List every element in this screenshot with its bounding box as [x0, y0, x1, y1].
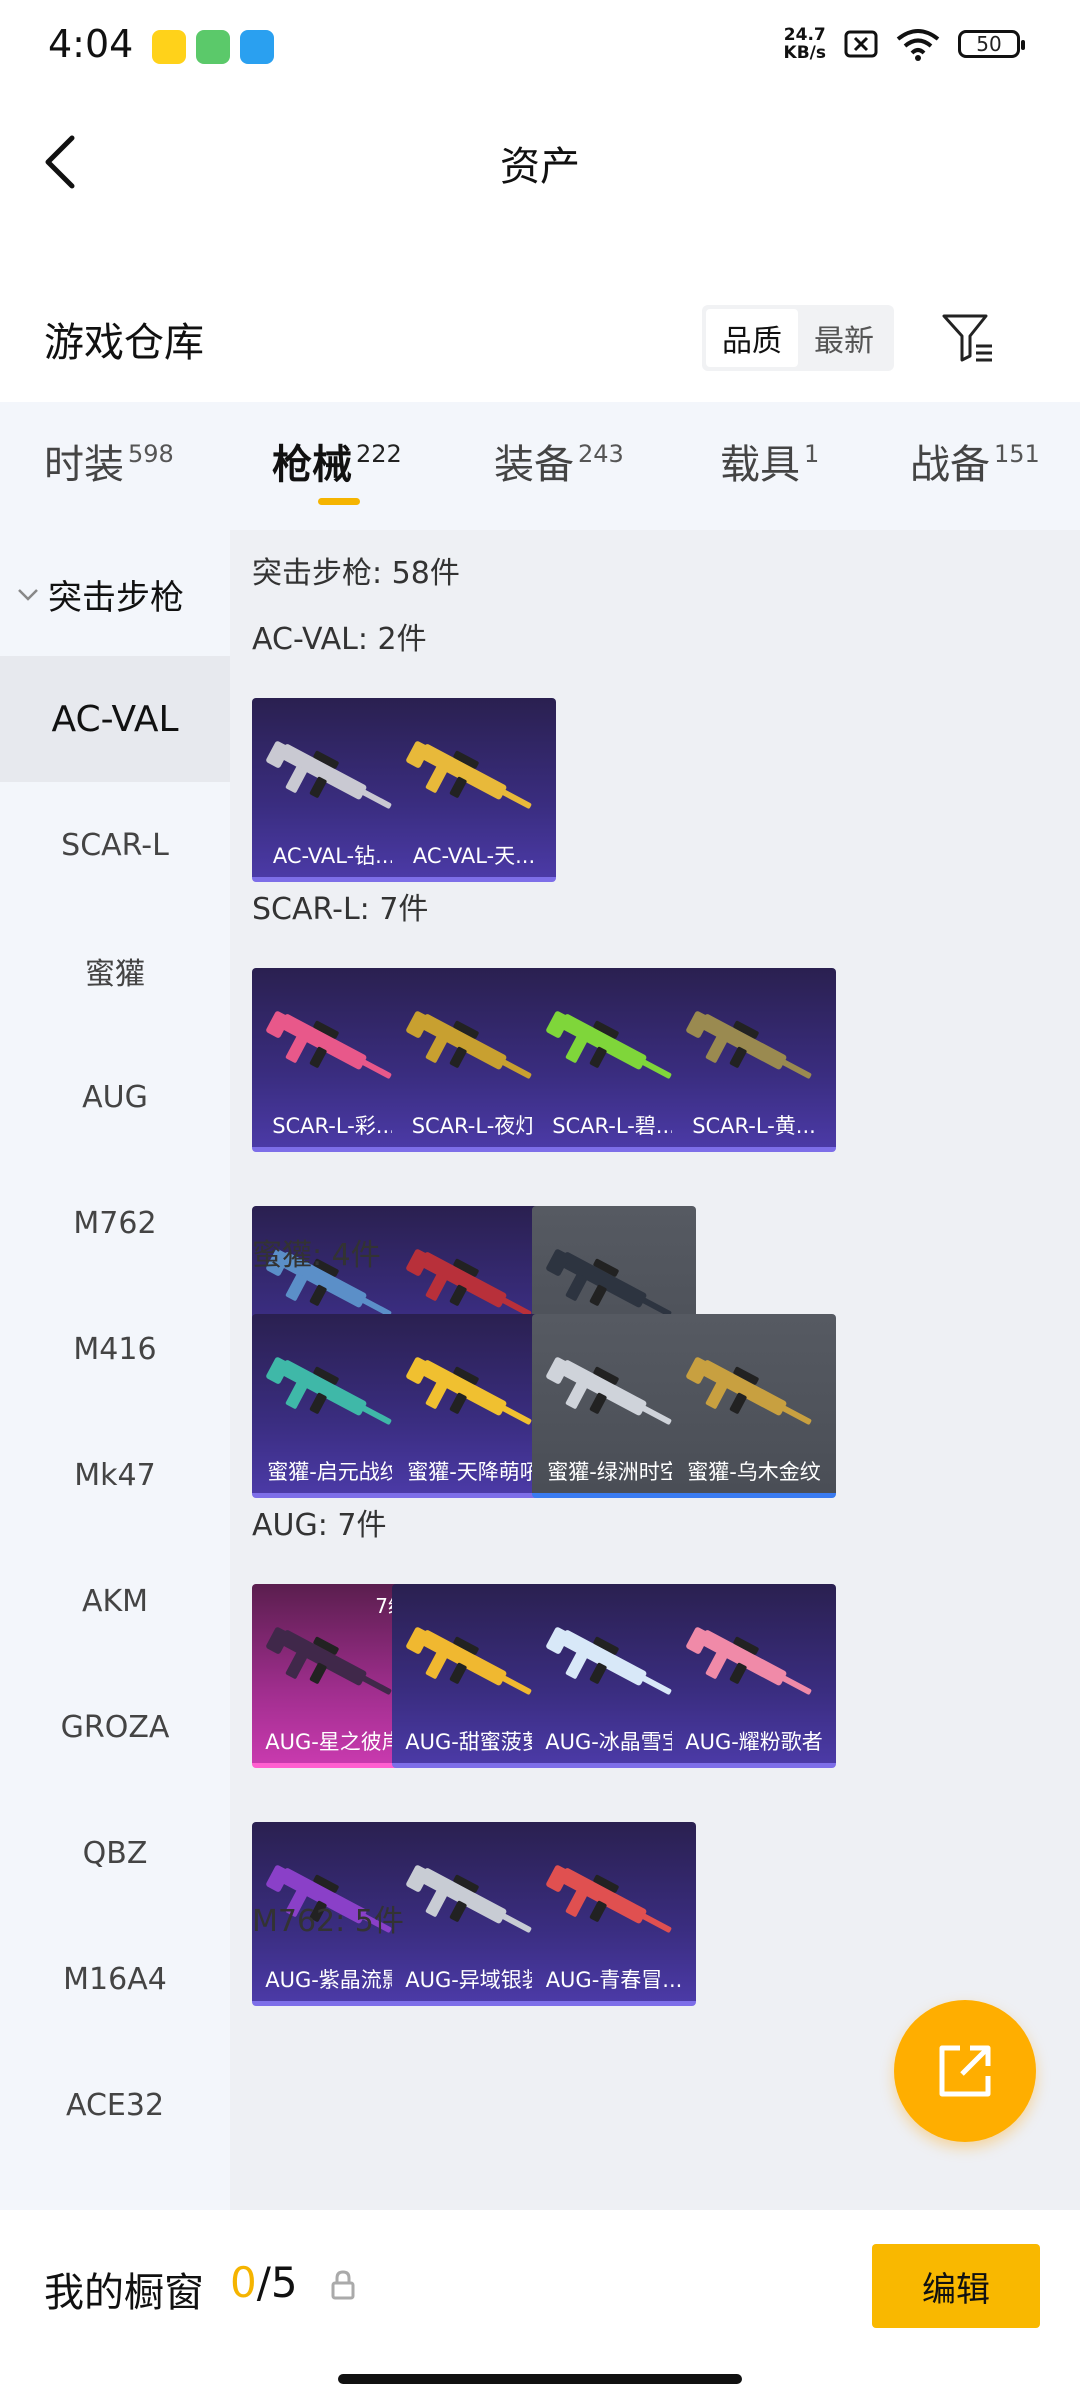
app-notification-icon-2: [196, 30, 230, 64]
category-tabs: 时装 598 枪械 222 装备 243 载具 1 战备 151: [0, 402, 1080, 530]
gun-skin-icon: [686, 1357, 812, 1425]
filter-icon[interactable]: [940, 310, 996, 366]
gun-skin-icon: [546, 1357, 672, 1425]
sidebar-category-assault-rifle[interactable]: 突击步枪: [16, 570, 184, 619]
weapon-group-title: AUG: 7件: [252, 1508, 387, 1543]
section-title: 游戏仓库: [44, 320, 204, 366]
category-header: 突击步枪: 58件: [252, 556, 460, 591]
page-title: 资产: [500, 144, 580, 190]
sidebar-item[interactable]: Mk47: [0, 1412, 230, 1538]
showcase-label: 我的橱窗: [44, 2270, 204, 2316]
sidebar-item[interactable]: 蜜獾: [0, 908, 230, 1034]
sort-quality-button[interactable]: 品质: [706, 309, 798, 367]
gun-skin-icon: [406, 741, 532, 809]
weapon-group-title: M762: 5件: [252, 1904, 404, 1939]
battery-icon: 50: [958, 30, 1025, 58]
gun-skin-icon: [406, 1627, 532, 1695]
weapon-skin-name: SCAR-L-黄...: [692, 1114, 816, 1138]
gun-skin-icon: [406, 1357, 532, 1425]
weapon-skin-name: AUG-耀粉歌者: [685, 1730, 823, 1754]
sidebar-item[interactable]: M762: [0, 1160, 230, 1286]
weapon-skin-card[interactable]: AUG-青春冒...: [532, 1822, 696, 2006]
gun-skin-icon: [266, 1011, 392, 1079]
sort-toggle: 品质 最新: [702, 305, 894, 371]
weapon-skin-card[interactable]: 蜜獾-乌木金纹: [672, 1314, 836, 1498]
tab-guns[interactable]: 枪械 222: [272, 432, 402, 490]
weapon-group-title: 蜜獾: 4件: [252, 1238, 381, 1273]
weapon-group-title: AC-VAL: 2件: [252, 622, 427, 657]
active-tab-indicator: [318, 498, 360, 505]
sim-blocked-icon: [844, 30, 878, 58]
sidebar-item[interactable]: M16A4: [0, 1916, 230, 2042]
chevron-down-icon: [18, 588, 38, 601]
share-button[interactable]: [894, 2000, 1036, 2142]
weapon-grid: 突击步枪: 58件 AC-VAL: 2件 AC-VAL-钻... AC-VAL-天.…: [230, 530, 1080, 2210]
app-header: 资产: [0, 100, 1080, 220]
gun-skin-icon: [266, 1357, 392, 1425]
gun-skin-icon: [406, 1865, 532, 1933]
sidebar-item[interactable]: SCAR-L: [0, 782, 230, 908]
gun-skin-icon: [266, 1627, 392, 1695]
status-time: 4:04: [48, 22, 134, 66]
weapon-skin-card[interactable]: SCAR-L-黄...: [672, 968, 836, 1152]
tab-vehicles[interactable]: 载具 1: [720, 432, 819, 490]
sidebar-item[interactable]: ACE32: [0, 2042, 230, 2168]
share-external-icon: [939, 2045, 991, 2097]
lock-icon: [331, 2270, 355, 2300]
sort-newest-button[interactable]: 最新: [798, 309, 890, 367]
gun-skin-icon: [686, 1011, 812, 1079]
wifi-icon: [896, 29, 940, 61]
showcase-footer: 我的橱窗 0/5 编辑: [0, 2210, 1080, 2400]
weapon-skin-name: 蜜獾-乌木金纹: [687, 1460, 821, 1484]
gun-skin-icon: [686, 1627, 812, 1695]
weapon-skin-card[interactable]: AUG-耀粉歌者: [672, 1584, 836, 1768]
tab-fashion[interactable]: 时装 598: [44, 432, 174, 490]
gun-skin-icon: [266, 741, 392, 809]
gun-skin-icon: [406, 1011, 532, 1079]
gun-skin-icon: [546, 1865, 672, 1933]
showcase-count: 0/5: [230, 2258, 298, 2307]
gun-skin-icon: [546, 1011, 672, 1079]
weapon-group-title: SCAR-L: 7件: [252, 892, 429, 927]
weapon-skin-card[interactable]: AC-VAL-天...: [392, 698, 556, 882]
sidebar-item[interactable]: QBZ: [0, 1790, 230, 1916]
sidebar-item[interactable]: AUG: [0, 1034, 230, 1160]
weapon-sidebar: 突击步枪 AC-VAL SCAR-L 蜜獾 AUG M762 M416 Mk47 AKM GRO…: [0, 530, 230, 2210]
app-notification-icon-3: [240, 30, 274, 64]
gun-skin-icon: [546, 1627, 672, 1695]
network-speed: 24.7 KB/s: [783, 25, 826, 63]
sidebar-item[interactable]: GROZA: [0, 1664, 230, 1790]
tab-equipment[interactable]: 装备 243: [494, 432, 624, 490]
sidebar-item[interactable]: AC-VAL: [0, 656, 230, 782]
home-indicator: [338, 2374, 742, 2384]
tab-supplies[interactable]: 战备 151: [910, 432, 1040, 490]
sidebar-item[interactable]: AKM: [0, 1538, 230, 1664]
weapon-skin-name: AUG-青春冒...: [545, 1968, 683, 1992]
sidebar-item[interactable]: M416: [0, 1286, 230, 1412]
edit-button[interactable]: 编辑: [872, 2244, 1040, 2328]
app-notification-icon-1: [152, 30, 186, 64]
weapon-skin-name: AC-VAL-天...: [412, 844, 536, 868]
status-bar: 4:04 24.7 KB/s 50: [0, 0, 1080, 92]
